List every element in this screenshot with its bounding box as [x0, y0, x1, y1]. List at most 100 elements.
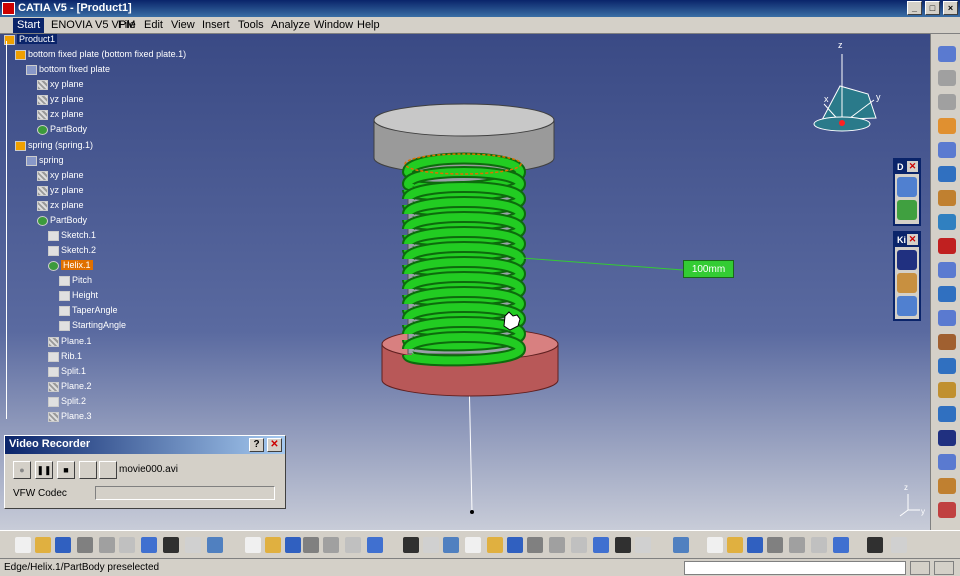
menu-start[interactable]: Start	[13, 18, 45, 33]
palette-d-close-button[interactable]: ✕	[907, 161, 918, 172]
bottom-toolbar-tool-icon[interactable]	[366, 536, 384, 554]
tree-node[interactable]: spring (spring.1)	[15, 140, 93, 154]
tree-node[interactable]: yz plane	[37, 94, 84, 108]
bottom-toolbar-tool-icon[interactable]	[866, 536, 884, 554]
tree-node[interactable]: Pitch	[59, 275, 92, 289]
bottom-toolbar-tool-icon[interactable]	[570, 536, 588, 554]
bottom-toolbar-tool-icon[interactable]	[706, 536, 724, 554]
specification-tree[interactable]: Product1 bottom fixed plate (bottom fixed…	[0, 34, 300, 434]
bottom-toolbar-tool-icon[interactable]	[832, 536, 850, 554]
tree-node[interactable]: Plane.1	[48, 336, 92, 350]
tree-node[interactable]: spring	[26, 155, 64, 169]
tree-node[interactable]: Rib.1	[48, 351, 82, 365]
right-toolbar-tool-icon[interactable]	[936, 404, 958, 424]
menu-edit[interactable]: Edit	[144, 19, 163, 31]
pause-button[interactable]: ❚❚	[35, 461, 53, 479]
minimize-button[interactable]: _	[907, 1, 922, 15]
spring-coil-set[interactable]	[402, 166, 527, 367]
tree-node[interactable]: xy plane	[37, 79, 84, 93]
right-toolbar-tool-icon[interactable]	[936, 92, 958, 112]
tree-node[interactable]: zx plane	[37, 109, 84, 123]
menu-tools[interactable]: Tools	[238, 19, 264, 31]
right-toolbar-tool-icon[interactable]	[936, 308, 958, 328]
bottom-toolbar-tool-icon[interactable]	[442, 536, 460, 554]
right-toolbar-tool-icon[interactable]	[936, 260, 958, 280]
palette-d-tool1-icon[interactable]	[897, 177, 917, 197]
tree-node[interactable]: PartBody	[37, 124, 87, 138]
bottom-toolbar-tool-icon[interactable]	[634, 536, 652, 554]
bottom-toolbar-tool-icon[interactable]	[302, 536, 320, 554]
bottom-toolbar-tool-icon[interactable]	[672, 536, 690, 554]
status-button-2[interactable]	[934, 561, 954, 575]
bottom-toolbar-tool-icon[interactable]	[548, 536, 566, 554]
bottom-toolbar-tool-icon[interactable]	[486, 536, 504, 554]
bottom-toolbar-tool-icon[interactable]	[162, 536, 180, 554]
bottom-toolbar-tool-icon[interactable]	[54, 536, 72, 554]
bottom-toolbar-tool-icon[interactable]	[422, 536, 440, 554]
settings-button[interactable]	[79, 461, 97, 479]
menu-help[interactable]: Help	[357, 19, 380, 31]
right-toolbar-tool-icon[interactable]	[936, 212, 958, 232]
recorder-close-button[interactable]: ✕	[267, 438, 282, 452]
right-toolbar-tool-icon[interactable]	[936, 356, 958, 376]
stop-button[interactable]: ■	[57, 461, 75, 479]
right-toolbar-tool-icon[interactable]	[936, 188, 958, 208]
bottom-toolbar-tool-icon[interactable]	[592, 536, 610, 554]
right-toolbar-tool-icon[interactable]	[936, 500, 958, 520]
command-input[interactable]	[684, 561, 906, 575]
bottom-toolbar-tool-icon[interactable]	[98, 536, 116, 554]
right-toolbar-tool-icon[interactable]	[936, 380, 958, 400]
menu-analyze[interactable]: Analyze	[271, 19, 310, 31]
restore-button[interactable]: □	[925, 1, 940, 15]
tree-node[interactable]: StartingAngle	[59, 320, 126, 334]
tree-node[interactable]: Height	[59, 290, 98, 304]
bottom-toolbar-tool-icon[interactable]	[206, 536, 224, 554]
compass-widget[interactable]	[813, 54, 877, 132]
tree-node[interactable]: bottom fixed plate (bottom fixed plate.1…	[15, 49, 186, 63]
bottom-toolbar-tool-icon[interactable]	[810, 536, 828, 554]
right-toolbar-tool-icon[interactable]	[936, 284, 958, 304]
bottom-toolbar-tool-icon[interactable]	[788, 536, 806, 554]
palette-d[interactable]: D ✕	[893, 158, 921, 226]
3d-viewport[interactable]: z x y z y 100mm Product1 bottom fixed pla…	[0, 34, 930, 530]
tree-node[interactable]: Split.1	[48, 366, 86, 380]
right-toolbar-tool-icon[interactable]	[936, 332, 958, 352]
menu-file[interactable]: File	[118, 19, 136, 31]
right-toolbar-tool-icon[interactable]	[936, 428, 958, 448]
bottom-toolbar-tool-icon[interactable]	[746, 536, 764, 554]
right-toolbar-tool-icon[interactable]	[936, 68, 958, 88]
bottom-toolbar-tool-icon[interactable]	[344, 536, 362, 554]
tree-node[interactable]: Sketch.1	[48, 230, 96, 244]
bottom-toolbar-tool-icon[interactable]	[184, 536, 202, 554]
file-button[interactable]	[99, 461, 117, 479]
tree-node[interactable]: zx plane	[37, 200, 84, 214]
bottom-toolbar-tool-icon[interactable]	[284, 536, 302, 554]
palette-k-tool1-icon[interactable]	[897, 250, 917, 270]
right-toolbar-tool-icon[interactable]	[936, 44, 958, 64]
bottom-toolbar-tool-icon[interactable]	[34, 536, 52, 554]
bottom-toolbar-tool-icon[interactable]	[726, 536, 744, 554]
bottom-toolbar-tool-icon[interactable]	[506, 536, 524, 554]
tree-node[interactable]: yz plane	[37, 185, 84, 199]
tree-node[interactable]: Plane.3	[48, 411, 92, 425]
right-toolbar-tool-icon[interactable]	[936, 452, 958, 472]
bottom-toolbar-tool-icon[interactable]	[402, 536, 420, 554]
palette-d-tool2-icon[interactable]	[897, 200, 917, 220]
tree-node[interactable]: Product1	[4, 34, 58, 48]
recorder-help-button[interactable]: ?	[249, 438, 264, 452]
tree-node[interactable]: xy plane	[37, 170, 84, 184]
bottom-toolbar-tool-icon[interactable]	[264, 536, 282, 554]
palette-kinematics[interactable]: Ki ✕	[893, 231, 921, 321]
bottom-toolbar-tool-icon[interactable]	[14, 536, 32, 554]
palette-kinematics-close-button[interactable]: ✕	[907, 234, 918, 245]
bottom-toolbar-tool-icon[interactable]	[890, 536, 908, 554]
tree-node[interactable]: TaperAngle	[59, 305, 118, 319]
right-toolbar-tool-icon[interactable]	[936, 164, 958, 184]
tree-node[interactable]: Helix.1	[48, 260, 93, 274]
video-recorder-dialog[interactable]: Video Recorder ? ✕ ● ❚❚ ■ movie000.avi V…	[4, 435, 286, 509]
bottom-toolbar-tool-icon[interactable]	[766, 536, 784, 554]
tree-node[interactable]: PartBody	[37, 215, 87, 229]
catia-app-icon[interactable]	[2, 2, 15, 15]
bottom-toolbar-tool-icon[interactable]	[244, 536, 262, 554]
palette-k-tool2-icon[interactable]	[897, 273, 917, 293]
